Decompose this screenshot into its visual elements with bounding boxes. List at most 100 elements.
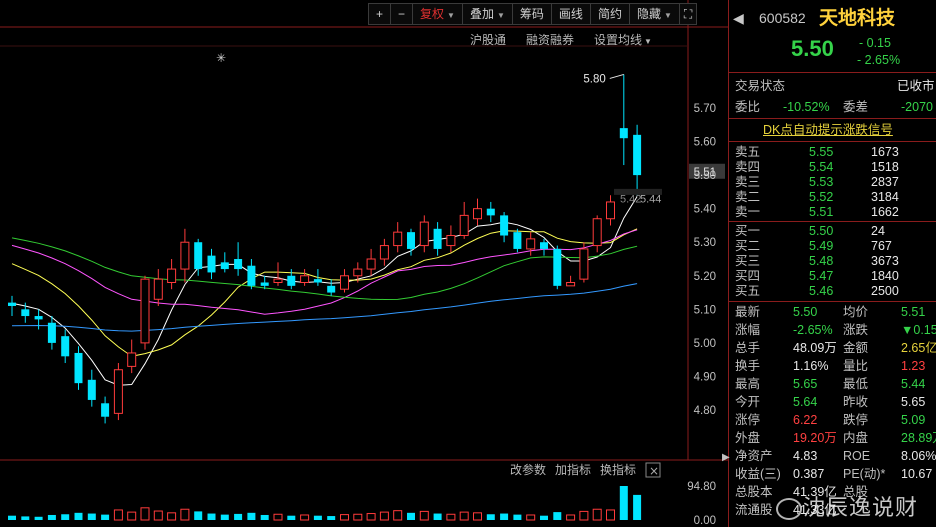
fuquan-button[interactable]: 复权 ▼ [412, 3, 463, 25]
candle-body-down [407, 232, 415, 249]
stat-label: 收益(三) [735, 467, 781, 481]
divider [729, 118, 936, 119]
stat-label: 涨幅 [735, 323, 761, 337]
candle-body-up [273, 278, 283, 283]
ask-volume: 1518 [871, 160, 899, 174]
candle-body-up [459, 214, 469, 237]
panel-toggle-icon[interactable]: ▶ [722, 452, 730, 463]
candle-body-down [47, 322, 56, 343]
ask-volume: 1662 [871, 205, 899, 219]
stat-label: 涨停 [735, 413, 761, 427]
divider [729, 141, 936, 142]
candle-body-up [566, 281, 576, 287]
candle-body-down [34, 316, 43, 320]
fuquan-label: 复权 [420, 7, 445, 21]
candle-body-down [207, 255, 216, 273]
overlay-button[interactable]: 叠加 ▼ [461, 3, 513, 25]
vol-change-param-button[interactable]: 改参数 [510, 462, 546, 477]
candle-body-up [606, 201, 615, 220]
candle-body-down [8, 302, 16, 306]
price-axis-label: 4.80 [694, 405, 716, 417]
volume-bar-down [433, 513, 442, 520]
volume-bar-up [592, 508, 602, 521]
ask-price: 5.52 [809, 190, 834, 204]
price-axis-label: 5.30 [694, 237, 716, 249]
chevron-down-icon: ▼ [663, 11, 672, 20]
ask-level-label: 卖四 [735, 160, 761, 174]
vol-switch-indicator-button[interactable]: 换指标 [600, 462, 636, 477]
high-marker-arrow [609, 73, 624, 79]
bid-volume: 2500 [871, 284, 899, 298]
volume-bar-down [21, 516, 30, 520]
candle-body-down [327, 285, 336, 293]
stat-value: 48.09万 [793, 341, 837, 355]
expand-icon[interactable]: ⛶ [678, 3, 698, 25]
simple-mode-button[interactable]: 简约 [589, 3, 630, 25]
volume-bar-down [87, 513, 96, 520]
volume-bar-down [540, 515, 548, 520]
ask-price: 5.55 [809, 145, 834, 159]
candle-body-down [234, 259, 243, 270]
ask-level-label: 卖三 [735, 175, 761, 189]
stat-label: 总股本 [735, 485, 773, 499]
dk-signal-link[interactable]: DK点自动提示涨跌信号 [763, 122, 893, 138]
ask-price: 5.53 [809, 175, 834, 189]
volume-bar-down [513, 514, 522, 520]
margin-trading-link[interactable]: 融资融券 [526, 31, 574, 48]
stat-value: 5.44 [901, 377, 926, 391]
candle-body-down [540, 242, 548, 249]
volume-bar-up [153, 510, 163, 521]
price-change: - 0.15 [859, 36, 891, 50]
stat-value: ▼0.15 [901, 323, 936, 337]
candle-body-up [473, 208, 482, 220]
weibi-value: -10.52% [783, 100, 830, 114]
zoom-out-button[interactable]: − [390, 3, 414, 25]
volume-bar-up [127, 511, 137, 521]
candle-body-down [486, 208, 495, 216]
stat-value: 5.65 [793, 377, 818, 391]
volume-bar-down [220, 514, 229, 520]
candle-body-up [140, 278, 150, 344]
hide-button[interactable]: 隐藏 ▼ [628, 3, 680, 25]
stat-label: 总手 [735, 341, 761, 355]
hk-connect-link[interactable]: 沪股通 [470, 31, 506, 48]
zoom-in-button[interactable]: + [368, 3, 392, 25]
last-price: 5.50 [791, 36, 834, 61]
draw-line-button[interactable]: 画线 [550, 3, 591, 25]
candle-body-down [313, 279, 322, 283]
stat-label: ROE [843, 449, 871, 463]
vol-add-indicator-button[interactable]: 加指标 [555, 462, 591, 477]
bid-volume: 767 [871, 239, 892, 253]
stat-value: 5.50 [793, 305, 818, 319]
candle-body-down [500, 215, 509, 236]
reference-label-2: 5.44 [640, 194, 661, 206]
stat-label: 金额 [843, 341, 869, 355]
volume-axis-top: 94.80 [687, 481, 716, 493]
volume-bar-down [101, 514, 110, 520]
price-axis-label: 5.70 [694, 103, 716, 115]
volume-bar-down [633, 494, 642, 520]
candle-body-down [194, 242, 203, 270]
stat-label: PE(动)* [843, 467, 886, 481]
stock-name: 天地科技 [819, 8, 896, 29]
ask-level-label: 卖一 [735, 205, 761, 219]
stat-label: 均价 [843, 305, 869, 319]
stat-label: 流通股 [735, 503, 773, 517]
ask-level-label: 卖二 [735, 190, 761, 204]
chevron-down-icon: ▼ [644, 37, 652, 46]
stat-label: 换手 [735, 359, 761, 373]
ma-settings-button[interactable]: 设置均线 ▼ [594, 31, 652, 48]
ask-level-label: 卖五 [735, 145, 761, 159]
volume-bar-up [273, 513, 283, 521]
stat-value: 10.67 [901, 467, 933, 481]
overlay-label: 叠加 [469, 7, 494, 21]
volume-bar-down [61, 514, 70, 520]
stat-value: -2.65% [793, 323, 833, 337]
bid-volume: 24 [871, 224, 885, 238]
kline-chart[interactable]: 5.705.605.515.505.405.305.205.105.004.90… [0, 0, 728, 527]
bid-price: 5.46 [809, 284, 834, 298]
chips-button[interactable]: 筹码 [511, 3, 552, 25]
candle-body-up [300, 275, 310, 283]
collapse-left-icon[interactable]: ◀ [733, 10, 744, 26]
volume-bar-down [34, 516, 43, 520]
